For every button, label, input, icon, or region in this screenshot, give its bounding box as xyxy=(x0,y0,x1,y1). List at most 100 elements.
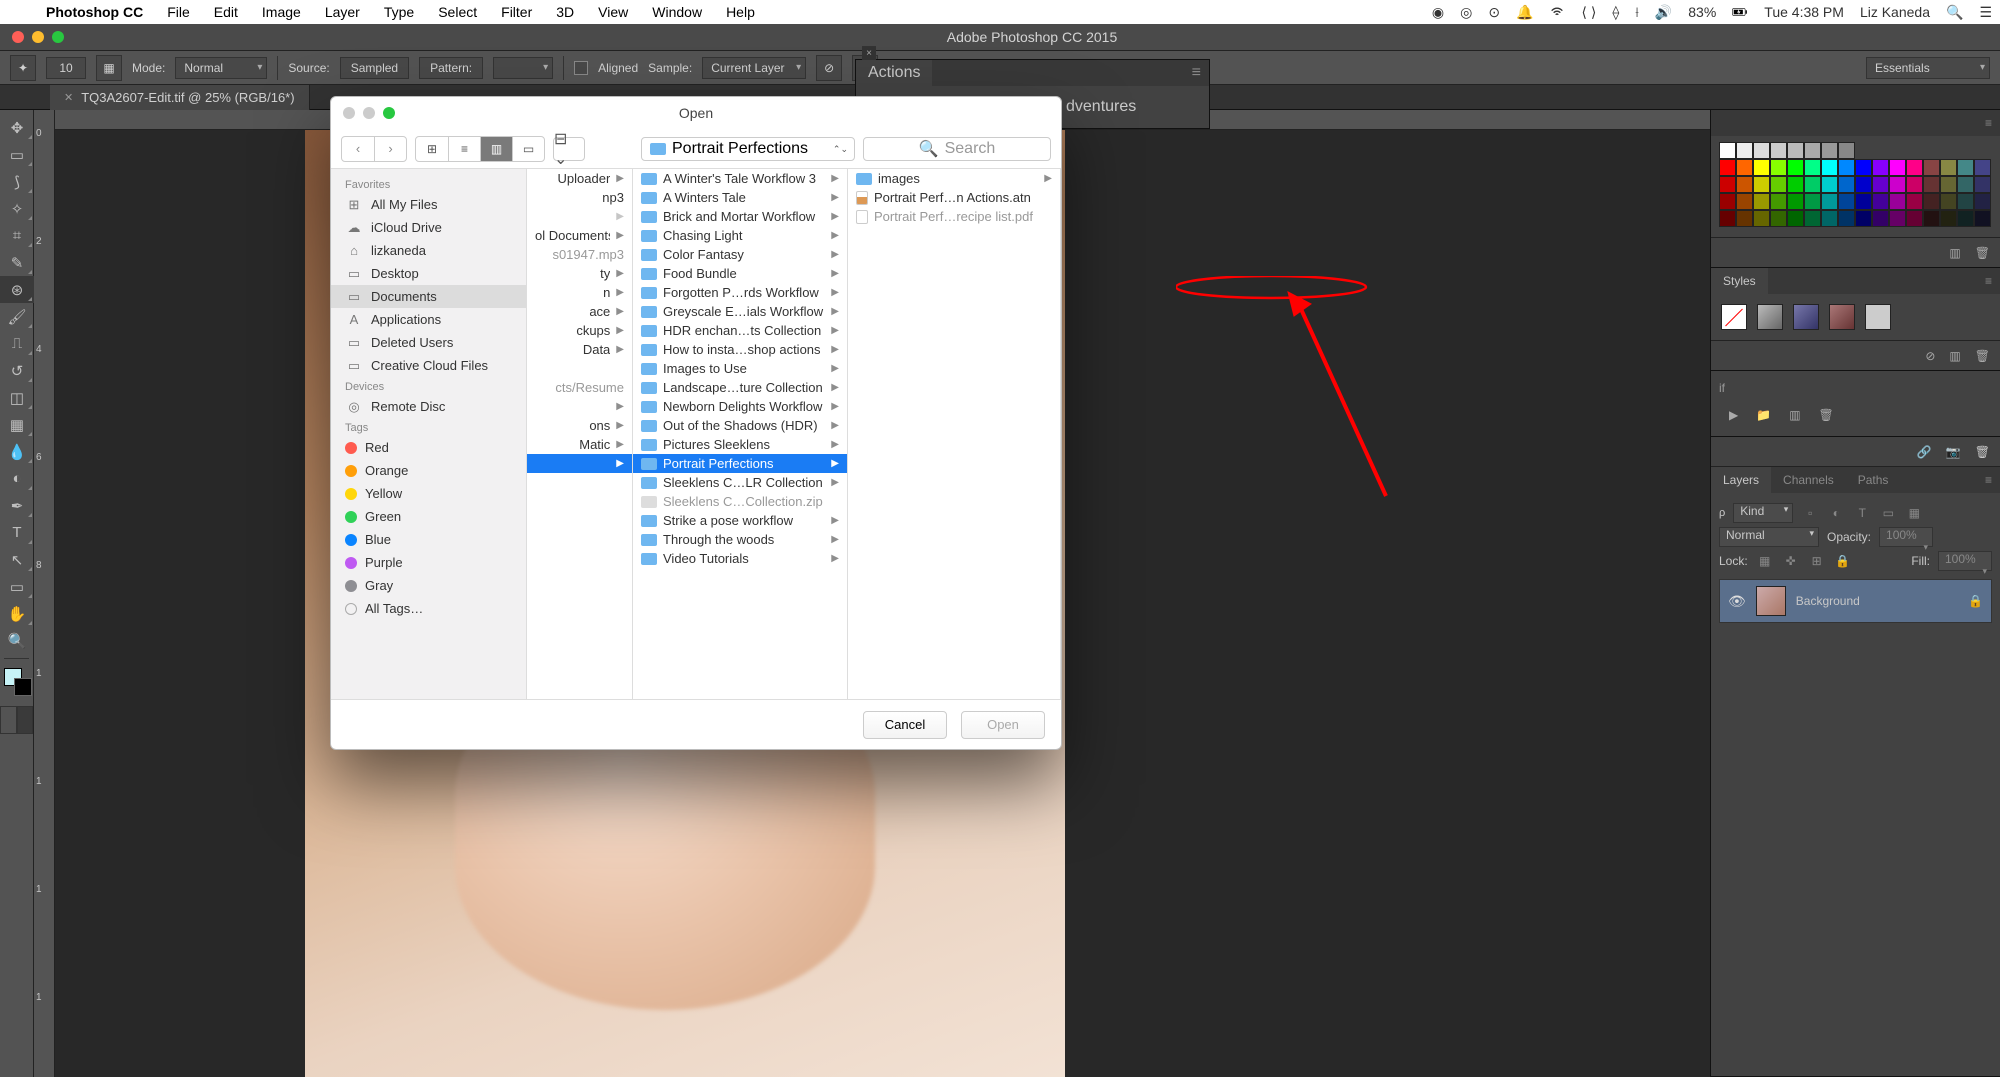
list-item[interactable]: Greyscale E…ials Workflow▶ xyxy=(633,302,847,321)
mode-dropdown[interactable]: Normal xyxy=(175,57,267,79)
blur-tool[interactable]: 💧 xyxy=(0,438,34,465)
swatch[interactable] xyxy=(1753,142,1770,159)
style-item[interactable] xyxy=(1793,304,1819,330)
clock[interactable]: Tue 4:38 PM xyxy=(1756,4,1852,20)
move-tool[interactable]: ✥ xyxy=(0,114,34,141)
list-item[interactable]: np3 xyxy=(527,188,632,207)
sample-dropdown[interactable]: Current Layer xyxy=(702,57,806,79)
list-item[interactable]: ▶ xyxy=(527,454,632,473)
battery-icon[interactable] xyxy=(1724,4,1756,20)
menu-layer[interactable]: Layer xyxy=(313,4,372,20)
layer-background[interactable]: 👁 Background 🔒 xyxy=(1719,579,1992,623)
swatch[interactable] xyxy=(1838,176,1855,193)
source-sampled[interactable]: Sampled xyxy=(340,57,409,79)
swatch[interactable] xyxy=(1906,159,1923,176)
open-button[interactable]: Open xyxy=(961,711,1045,739)
swatch[interactable] xyxy=(1719,210,1736,227)
list-item[interactable]: Portrait Perf…recipe list.pdf xyxy=(848,207,1060,226)
mask-mode[interactable] xyxy=(0,706,33,734)
link-icon[interactable]: 🔗 xyxy=(1917,445,1932,459)
new-style-icon[interactable]: ▥ xyxy=(1949,349,1960,363)
list-item[interactable]: Out of the Shadows (HDR)▶ xyxy=(633,416,847,435)
swatch[interactable] xyxy=(1719,159,1736,176)
brush-size[interactable]: 10 xyxy=(46,57,86,79)
menu-select[interactable]: Select xyxy=(426,4,489,20)
gradient-tool[interactable]: ▦ xyxy=(0,411,34,438)
swatch[interactable] xyxy=(1770,210,1787,227)
brush-panel-icon[interactable]: ▦ xyxy=(96,55,122,81)
swatch[interactable] xyxy=(1957,193,1974,210)
lock-pos-icon[interactable]: ✜ xyxy=(1782,552,1800,570)
lasso-tool[interactable]: ⟆ xyxy=(0,168,34,195)
list-item[interactable]: Images to Use▶ xyxy=(633,359,847,378)
opacity-value[interactable]: 100% xyxy=(1879,527,1933,547)
list-item[interactable]: Newborn Delights Workflow▶ xyxy=(633,397,847,416)
menu-window[interactable]: Window xyxy=(640,4,714,20)
list-item[interactable]: ckups▶ xyxy=(527,321,632,340)
swatch[interactable] xyxy=(1855,210,1872,227)
swatch[interactable] xyxy=(1889,176,1906,193)
marquee-tool[interactable]: ▭ xyxy=(0,141,34,168)
eyedropper-tool[interactable]: ✎ xyxy=(0,249,34,276)
list-item[interactable]: Brick and Mortar Workflow▶ xyxy=(633,207,847,226)
visibility-icon[interactable]: 👁 xyxy=(1728,593,1746,610)
swatch[interactable] xyxy=(1787,142,1804,159)
swatch[interactable] xyxy=(1957,210,1974,227)
path-tool[interactable]: ↖ xyxy=(0,546,34,573)
list-item[interactable]: images▶ xyxy=(848,169,1060,188)
list-item[interactable]: s01947.mp3 xyxy=(527,245,632,264)
close-icon[interactable]: × xyxy=(862,46,876,60)
cancel-button[interactable]: Cancel xyxy=(863,711,947,739)
sidebar-item[interactable]: ◎Remote Disc xyxy=(331,395,526,418)
list-item[interactable]: Sleeklens C…LR Collection▶ xyxy=(633,473,847,492)
kind-filter[interactable]: Kind xyxy=(1733,503,1793,523)
swatch[interactable] xyxy=(1855,176,1872,193)
sidebar-item[interactable]: ⊞All My Files xyxy=(331,193,526,216)
healing-tool[interactable]: ⊛ xyxy=(0,276,34,303)
swatch[interactable] xyxy=(1923,159,1940,176)
doc-tab[interactable]: ✕ TQ3A2607-Edit.tif @ 25% (RGB/16*) xyxy=(50,85,310,110)
close-tab-icon[interactable]: ✕ xyxy=(64,91,73,104)
swatch[interactable] xyxy=(1804,193,1821,210)
type-tool[interactable]: T xyxy=(0,519,34,546)
list-item[interactable]: Portrait Perf…n Actions.atn xyxy=(848,188,1060,207)
swatch[interactable] xyxy=(1753,176,1770,193)
swatch[interactable] xyxy=(1804,159,1821,176)
lock-artboard-icon[interactable]: ⊞ xyxy=(1808,552,1826,570)
swatch[interactable] xyxy=(1736,210,1753,227)
menu-edit[interactable]: Edit xyxy=(202,4,250,20)
source-pattern[interactable]: Pattern: xyxy=(419,57,483,79)
list-item[interactable]: ace▶ xyxy=(527,302,632,321)
tag-item[interactable]: Red xyxy=(331,436,526,459)
tag-item[interactable]: Green xyxy=(331,505,526,528)
lock-pixels-icon[interactable]: ▦ xyxy=(1756,552,1774,570)
swatch[interactable] xyxy=(1974,210,1991,227)
cc-icon[interactable]: ◎ xyxy=(1452,4,1480,21)
swatch[interactable] xyxy=(1719,193,1736,210)
list-item[interactable]: ol Documents▶ xyxy=(527,226,632,245)
pen-tool[interactable]: ✒ xyxy=(0,492,34,519)
filter-type-icon[interactable]: T xyxy=(1853,504,1871,522)
swatch[interactable] xyxy=(1787,176,1804,193)
swatch[interactable] xyxy=(1719,142,1736,159)
list-item[interactable]: Video Tutorials▶ xyxy=(633,549,847,568)
swatch[interactable] xyxy=(1821,159,1838,176)
style-item[interactable] xyxy=(1757,304,1783,330)
menu-file[interactable]: File xyxy=(155,4,202,20)
brush-tool[interactable]: 🖌 xyxy=(0,303,34,330)
dropbox-icon[interactable]: ⟠ xyxy=(1604,4,1627,21)
ignore-adj-icon[interactable]: ⊘ xyxy=(816,55,842,81)
swatch[interactable] xyxy=(1770,142,1787,159)
tag-item[interactable]: Blue xyxy=(331,528,526,551)
swatch[interactable] xyxy=(1872,159,1889,176)
list-item[interactable]: ▶ xyxy=(527,207,632,226)
panel-menu-icon[interactable]: ≡ xyxy=(1977,116,2000,130)
swatch[interactable] xyxy=(1787,210,1804,227)
swatches-panel[interactable] xyxy=(1711,136,2000,237)
tool-preset-icon[interactable]: ✦ xyxy=(10,55,36,81)
menu-3d[interactable]: 3D xyxy=(544,4,586,20)
panel-menu-icon[interactable]: ≡ xyxy=(1977,274,2000,288)
style-clear-icon[interactable]: ⊘ xyxy=(1925,349,1935,363)
column-1[interactable]: Uploader▶np3▶ol Documents▶s01947.mp3ty▶n… xyxy=(527,169,633,699)
zoom-tool[interactable]: 🔍 xyxy=(0,627,34,654)
